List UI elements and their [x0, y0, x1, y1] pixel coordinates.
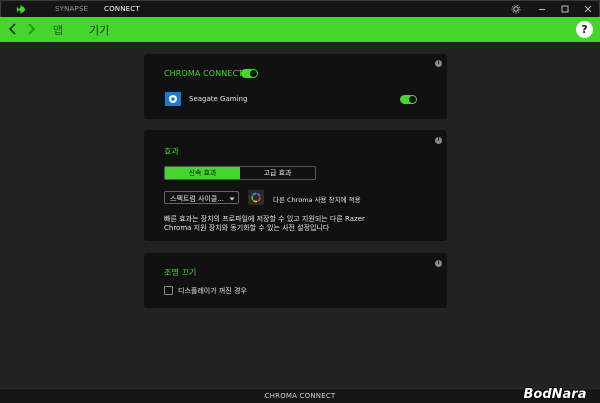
settings-icon[interactable]	[510, 3, 522, 15]
razer-logo-icon	[16, 4, 26, 15]
minimize-icon[interactable]	[536, 3, 548, 15]
close-icon[interactable]	[582, 3, 594, 15]
display-off-checkbox[interactable]	[164, 286, 173, 295]
effects-title: 효과	[164, 147, 179, 156]
watermark-text: BodNara	[524, 387, 587, 402]
forward-arrow-icon[interactable]	[25, 22, 37, 36]
dropdown-value: 스펙트럼 사이클...	[170, 195, 224, 203]
tab-advanced-effects[interactable]: 고급 효과	[240, 167, 315, 179]
tab-apps[interactable]: 앱	[53, 22, 63, 38]
chroma-connect-card: i	[144, 54, 447, 119]
back-arrow-icon[interactable]	[7, 22, 19, 36]
tab-synapse[interactable]: SYNAPSE	[55, 5, 88, 13]
lighting-off-card: i	[144, 253, 447, 308]
effects-description-line2: Chroma 지원 장치와 동기화할 수 있는 사전 설정입니다	[164, 224, 330, 232]
chroma-wheel-icon	[251, 192, 261, 203]
apply-chroma-label: 다른 Chroma 사용 장치에 적용	[273, 196, 361, 204]
nav-bar: 앱 기기 ?	[0, 17, 600, 42]
lighting-off-title: 조명 끄기	[164, 268, 197, 277]
tab-devices[interactable]: 기기	[89, 22, 109, 38]
info-icon[interactable]: i	[435, 137, 442, 144]
app-toggle[interactable]	[400, 95, 417, 104]
title-bar: SYNAPSE CONNECT	[0, 0, 600, 17]
tab-connect[interactable]: CONNECT	[104, 5, 140, 13]
seagate-app-icon	[165, 92, 181, 106]
chroma-connect-toggle[interactable]	[241, 69, 258, 78]
display-off-label: 디스플레이가 꺼진 경우	[178, 287, 247, 295]
maximize-icon[interactable]	[559, 3, 571, 15]
help-button[interactable]: ?	[576, 21, 593, 38]
bottom-bar-label: CHROMA CONNECT	[264, 392, 336, 400]
effect-dropdown[interactable]: 스펙트럼 사이클...	[164, 191, 239, 204]
effects-tab-switch: 신속 효과 고급 효과	[164, 166, 316, 180]
bodnara-watermark: BodNara	[523, 386, 588, 403]
chevron-down-icon	[229, 195, 235, 201]
apply-chroma-button[interactable]	[248, 190, 264, 205]
bottom-bar: CHROMA CONNECT	[0, 388, 600, 403]
chroma-connect-title: CHROMA CONNECT	[164, 69, 244, 78]
app-name: Seagate Gaming	[189, 95, 248, 103]
tab-quick-effects[interactable]: 신속 효과	[165, 167, 240, 179]
info-icon[interactable]: i	[435, 260, 442, 267]
info-icon[interactable]: i	[435, 60, 442, 67]
